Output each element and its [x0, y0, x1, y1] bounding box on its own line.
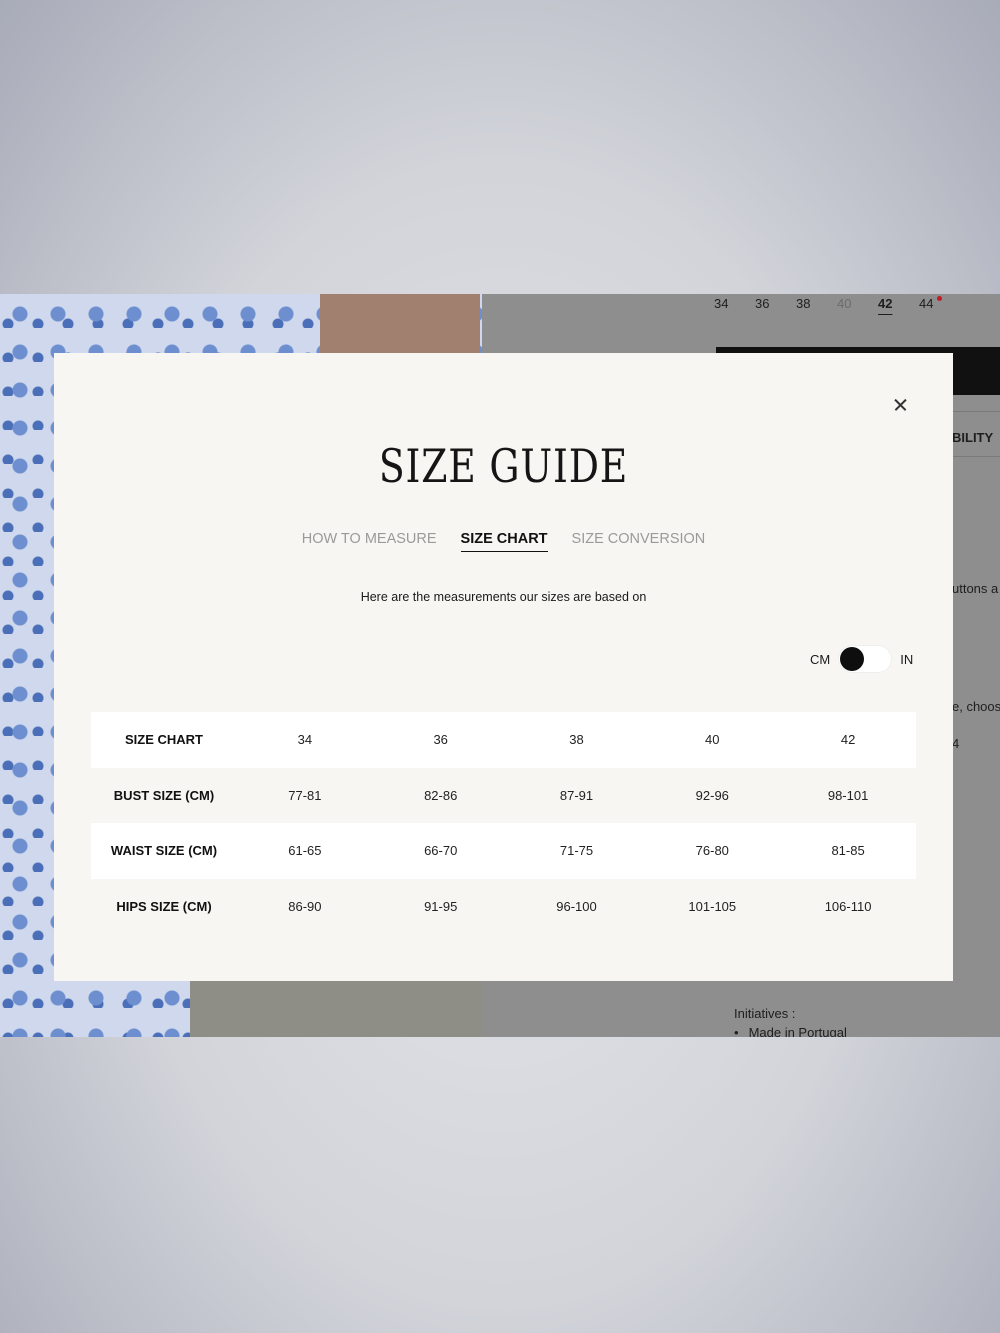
description-fragment: 4 [952, 736, 960, 751]
table-cell: 77-81 [288, 787, 322, 803]
table-cell: 101-105 [688, 898, 737, 914]
size-option[interactable]: 34 [714, 296, 755, 311]
table-cell: 40 [705, 732, 720, 748]
intro-text: Here are the measurements our sizes are … [360, 590, 647, 604]
table-row: HIPS SIZE (CM) 86-90 91-95 96-100 101-10… [91, 879, 916, 935]
tab-size-conversion[interactable]: SIZE CONVERSION [572, 531, 706, 552]
low-stock-dot-icon [937, 296, 942, 301]
size-selector: 34 36 38 40 42 44 [714, 296, 960, 311]
size-option-selected[interactable]: 42 [878, 296, 919, 311]
description-fragment: uttons a [952, 581, 999, 596]
initiatives-heading: Initiatives : [734, 1006, 796, 1021]
divider [952, 411, 1000, 412]
row-header: SIZE CHART [125, 732, 203, 748]
divider [952, 456, 1000, 457]
table-cell: 98-101 [827, 787, 869, 803]
close-icon[interactable] [889, 393, 913, 417]
tab-size-chart[interactable]: SIZE CHART [460, 531, 548, 552]
table-cell: 36 [433, 732, 448, 748]
description-fragment: e, choos [952, 699, 1000, 714]
table-cell: 71-75 [559, 843, 594, 859]
table-cell: 91-95 [424, 898, 458, 914]
unit-toggle: CM IN [810, 645, 913, 673]
row-header: WAIST SIZE (CM) [110, 843, 218, 859]
table-cell: 81-85 [831, 843, 865, 859]
row-header: BUST SIZE (CM) [113, 787, 215, 803]
size-option[interactable]: 36 [755, 296, 796, 311]
row-header: HIPS SIZE (CM) [116, 898, 212, 914]
table-row: BUST SIZE (CM) 77-81 82-86 87-91 92-96 9… [91, 768, 916, 824]
photo-arm [320, 294, 480, 354]
size-chart-table: SIZE CHART 34 36 38 40 42 BUST SIZE (CM)… [91, 712, 916, 934]
unit-label-cm[interactable]: CM [810, 652, 830, 667]
table-cell: 61-65 [288, 843, 322, 859]
unit-switch[interactable] [838, 645, 893, 673]
size-option-disabled: 40 [837, 296, 852, 311]
table-cell: 87-91 [559, 787, 594, 803]
table-cell: 66-70 [424, 843, 458, 859]
tab-how-to-measure[interactable]: HOW TO MEASURE [302, 531, 437, 552]
switch-knob [840, 647, 865, 671]
table-cell: 96-100 [556, 898, 597, 914]
table-cell: 38 [569, 732, 584, 748]
table-cell: 76-80 [695, 843, 729, 859]
tab-sustainability-fragment[interactable]: BILITY [952, 430, 993, 445]
table-row: SIZE CHART 34 36 38 40 42 [91, 712, 916, 768]
initiatives-section: Initiatives : Made in Portugal [734, 1006, 847, 1037]
initiatives-item: Made in Portugal [734, 1025, 847, 1037]
size-guide-tabs: HOW TO MEASURE SIZE CHART SIZE CONVERSIO… [54, 531, 953, 552]
size-guide-modal: SIZE GUIDE HOW TO MEASURE SIZE CHART SIZ… [54, 353, 953, 981]
modal-title: SIZE GUIDE [378, 439, 629, 493]
table-cell: 42 [840, 732, 856, 748]
table-cell: 86-90 [288, 898, 322, 914]
table-cell: 92-96 [695, 787, 729, 803]
table-cell: 82-86 [424, 787, 458, 803]
table-cell: 106-110 [824, 898, 872, 914]
table-row: WAIST SIZE (CM) 61-65 66-70 71-75 76-80 … [91, 823, 916, 879]
table-cell: 34 [297, 732, 313, 748]
unit-label-in[interactable]: IN [900, 652, 913, 667]
size-option[interactable]: 38 [796, 296, 837, 311]
